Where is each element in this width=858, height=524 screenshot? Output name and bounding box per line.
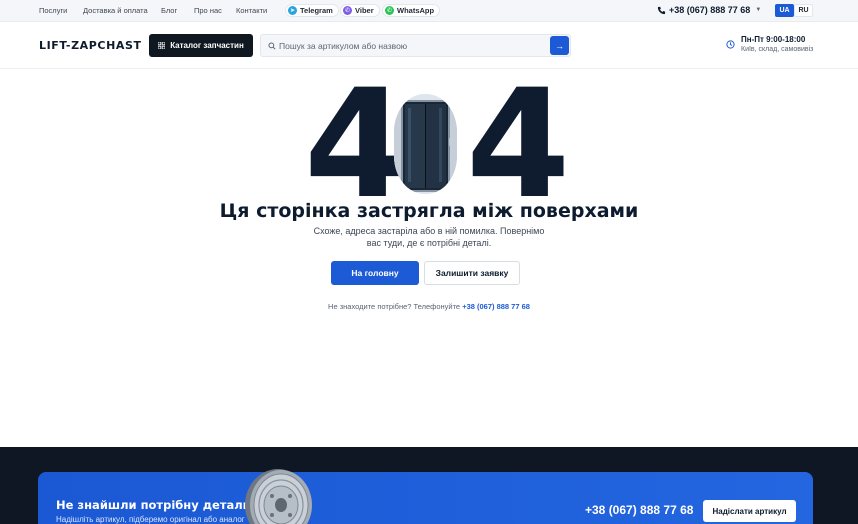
telegram-label: Telegram [300,6,333,15]
error-digit-left: 4 [304,58,408,232]
clock-icon [726,40,735,49]
phone-icon [657,6,666,14]
nav-link-delivery[interactable]: Доставка й оплата [83,6,148,15]
help-text: Не знаходите потрібне? Телефонуйте [328,302,461,311]
help-phone-link[interactable]: +38 (067) 888 77 68 [462,302,530,311]
viber-link[interactable]: ✆ Viber [340,4,380,17]
whatsapp-link[interactable]: ✆ WhatsApp [382,4,441,17]
elevator-image [394,94,457,194]
catalog-button[interactable]: Каталог запчастин [149,34,253,57]
nav-link-about[interactable]: Про нас [194,6,222,15]
nav-link-services[interactable]: Послуги [39,6,67,15]
phone-dropdown[interactable]: +38 (067) 888 77 68 ▼ [657,5,761,15]
elevator-illustration [394,94,457,194]
viber-label: Viber [355,6,374,15]
main-header: LIFT-ZAPCHAST Каталог запчастин → Пн-Пт … [0,22,858,69]
chevron-down-icon: ▼ [755,7,762,13]
viber-icon: ✆ [343,6,352,15]
search-icon [268,42,276,50]
error-headline: Ця сторінка застрягла між поверхами [219,200,639,222]
lang-ru[interactable]: RU [794,4,813,17]
cta-banner: Не знайшли потрібну деталь? Надішліть ар… [38,472,813,524]
search-input[interactable] [279,38,547,54]
home-button[interactable]: На головну [331,261,419,285]
arrow-right-icon: → [555,40,564,51]
send-article-button[interactable]: Надіслати артикул [703,500,796,522]
pulley-image [245,469,312,524]
cta-phone[interactable]: +38 (067) 888 77 68 [585,503,693,517]
top-phone-number: +38 (067) 888 77 68 [669,5,751,15]
whatsapp-icon: ✆ [385,6,394,15]
error-digit-right: 4 [466,58,570,232]
nav-link-contacts[interactable]: Контакти [236,6,267,15]
telegram-link[interactable]: ➤ Telegram [285,4,339,17]
site-logo[interactable]: LIFT-ZAPCHAST [39,39,142,52]
lang-ua[interactable]: UA [775,4,794,17]
search-bar: → [260,34,571,57]
request-button[interactable]: Залишити заявку [424,261,520,285]
catalog-label: Каталог запчастин [170,41,244,50]
error-subtext: Схоже, адреса застаріла або в ній помилк… [313,226,545,248]
top-bar: Послуги Доставка й оплата Блог Про нас К… [0,0,858,22]
hours-title: Пн-Пт 9:00-18:00 [741,35,806,44]
telegram-icon: ➤ [288,6,297,15]
search-submit-button[interactable]: → [550,36,569,55]
cta-title: Не знайшли потрібну деталь? [56,498,257,512]
cta-subtitle: Надішліть артикул, підберемо оригінал аб… [56,515,245,524]
help-line: Не знаходите потрібне? Телефонуйте +38 (… [0,302,858,311]
hours-subtitle: Київ, склад, самовивіз [741,46,814,53]
nav-link-blog[interactable]: Блог [161,6,177,15]
whatsapp-label: WhatsApp [397,6,435,15]
grid-icon [158,42,166,49]
